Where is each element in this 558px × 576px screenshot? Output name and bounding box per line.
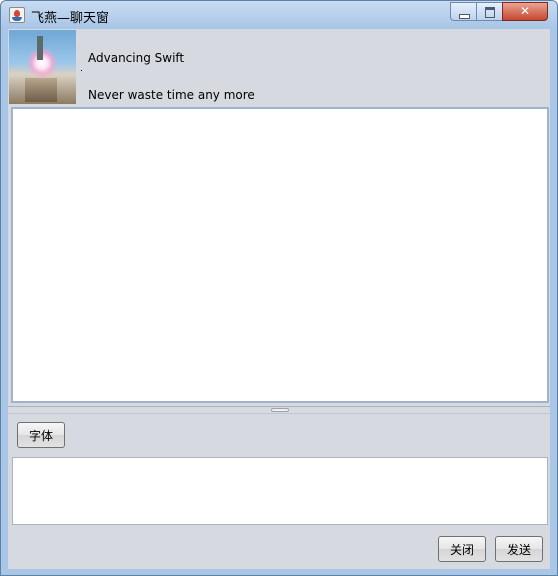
split-divider (8, 406, 550, 407)
send-button[interactable]: 发送 (495, 536, 543, 562)
close-window-button[interactable] (502, 2, 548, 21)
contact-name: Advancing Swift (88, 51, 185, 65)
chat-window: 飞燕—聊天窗 Advancing Swift Never waste time … (0, 0, 558, 576)
split-pane-handle[interactable] (271, 408, 289, 412)
avatar-pedestal (25, 78, 57, 102)
separator-dot (81, 70, 82, 71)
java-app-icon[interactable] (9, 7, 25, 23)
window-title: 飞燕—聊天窗 (31, 11, 110, 26)
chat-history-area[interactable] (11, 107, 549, 403)
close-button[interactable]: 关闭 (438, 536, 486, 562)
window-content: Advancing Swift Never waste time any mor… (8, 29, 550, 569)
minimize-button[interactable] (450, 2, 477, 21)
message-input[interactable] (12, 457, 548, 525)
font-button[interactable]: 字体 (17, 422, 65, 448)
avatar (9, 30, 76, 104)
avatar-statue (37, 36, 43, 60)
maximize-button[interactable] (476, 2, 503, 21)
contact-signature: Never waste time any more (88, 88, 255, 102)
title-bar[interactable]: 飞燕—聊天窗 (1, 1, 557, 29)
split-divider-bottom (8, 413, 550, 414)
